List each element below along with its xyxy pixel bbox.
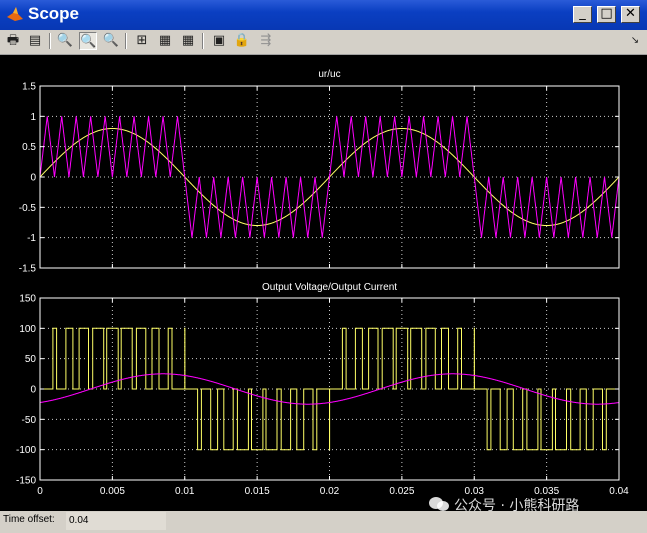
scope-axes-2: Output Voltage/Output Current 150 100 50 0 -5…: [16, 282, 629, 497]
x-tick-label: 0.005: [100, 486, 125, 497]
y-tick-label: 1.5: [22, 82, 36, 93]
y-tick-label: 0.5: [22, 142, 36, 153]
signal-selection-icon[interactable]: ⇶: [257, 32, 275, 50]
y-tick-label: -50: [22, 415, 37, 426]
x-tick-label: 0.025: [389, 486, 414, 497]
y-tick-label: 0: [30, 173, 36, 184]
parameters-icon[interactable]: ▤: [26, 32, 44, 50]
floating-scope-icon[interactable]: ▣: [210, 32, 228, 50]
time-offset-value: 0.04: [66, 512, 166, 530]
y-tick-label: 1: [30, 112, 36, 123]
y-tick-label: -0.5: [19, 203, 37, 214]
y-tick-label: -1: [27, 233, 36, 244]
dock-icon[interactable]: ↘: [626, 32, 644, 50]
chart-title: Output Voltage/Output Current: [262, 282, 397, 293]
x-tick-label: 0.02: [320, 486, 340, 497]
y-tick-label: 0: [30, 385, 36, 396]
window-title: Scope: [28, 4, 80, 23]
zoom-icon[interactable]: 🔍: [56, 32, 74, 50]
y-tick-label: 100: [19, 324, 36, 335]
y-tick-label: -150: [16, 476, 36, 487]
time-offset-label: Time offset:: [3, 514, 55, 525]
x-tick-label: 0: [37, 486, 43, 497]
print-icon[interactable]: 🖶: [4, 32, 22, 50]
y-tick-label: -100: [16, 445, 36, 456]
zoom-y-icon[interactable]: 🔍: [102, 32, 120, 50]
x-tick-label: 0.015: [245, 486, 270, 497]
toolbar-separator: [202, 33, 204, 49]
x-tick-label: 0.04: [609, 486, 629, 497]
y-tick-label: -1.5: [19, 264, 37, 275]
scope-axes-1: ur/uc 1.5 1 0.5 0 -0.5 -1 -1.5: [19, 69, 620, 275]
close-button[interactable]: ✕: [621, 6, 640, 23]
wechat-logo-icon: [429, 497, 449, 511]
maximize-button[interactable]: □: [597, 6, 616, 23]
lock-icon[interactable]: 🔒: [233, 32, 251, 50]
minimize-button[interactable]: _: [573, 6, 592, 23]
title-bar[interactable]: Scope _ □ ✕: [0, 0, 647, 30]
y-tick-label: 150: [19, 294, 36, 305]
chart-title: ur/uc: [318, 69, 340, 80]
toolbar-separator: [49, 33, 51, 49]
matlab-logo-icon: [7, 7, 23, 21]
zoom-x-icon[interactable]: 🔍: [79, 32, 97, 50]
save-axes-icon[interactable]: ▦: [156, 32, 174, 50]
scope-plot-area: ur/uc 1.5 1 0.5 0 -0.5 -1 -1.5 Output Voltage/Ou…: [0, 55, 647, 511]
toolbar-separator: [125, 33, 127, 49]
autoscale-icon[interactable]: ⊞: [133, 32, 151, 50]
x-tick-label: 0.01: [175, 486, 195, 497]
scope-plots: ur/uc 1.5 1 0.5 0 -0.5 -1 -1.5 Output Voltage/Ou…: [16, 69, 629, 497]
toolbar: 🖶 ▤ 🔍 🔍 🔍 ⊞ ▦ ▦ ▣ 🔒 ⇶ ↘: [0, 30, 647, 55]
watermark-text: 公众号 · 小熊科研路: [454, 498, 580, 514]
y-tick-label: 50: [25, 354, 37, 365]
restore-axes-icon[interactable]: ▦: [179, 32, 197, 50]
